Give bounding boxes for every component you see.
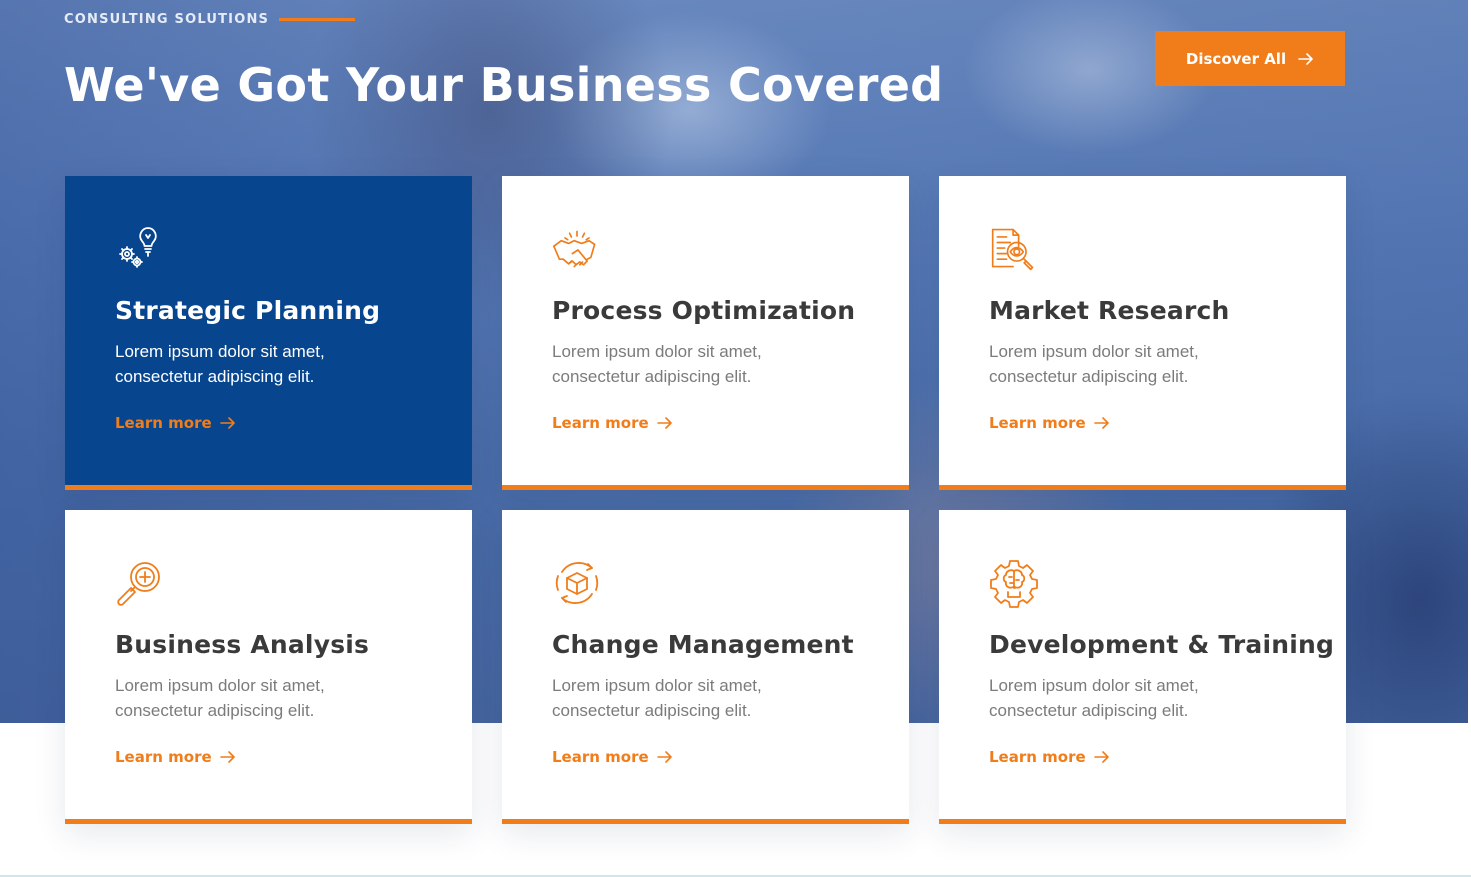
learn-more-link[interactable]: Learn more bbox=[552, 748, 673, 766]
learn-more-link[interactable]: Learn more bbox=[115, 414, 236, 432]
learn-more-label: Learn more bbox=[115, 748, 212, 766]
service-card-market-research: Market Research Lorem ipsum dolor sit am… bbox=[939, 176, 1346, 490]
card-title: Business Analysis bbox=[115, 630, 370, 659]
card-description: Lorem ipsum dolor sit amet, consectetur … bbox=[989, 342, 1199, 386]
arrow-right-icon bbox=[1093, 751, 1109, 763]
card-title: Process Optimization bbox=[552, 296, 856, 325]
card-description: Lorem ipsum dolor sit amet, consectetur … bbox=[552, 342, 762, 386]
eyebrow-text: CONSULTING SOLUTIONS bbox=[64, 11, 270, 27]
eyebrow-line bbox=[279, 17, 356, 21]
learn-more-link[interactable]: Learn more bbox=[989, 748, 1110, 766]
discover-all-button[interactable]: Discover All bbox=[1155, 31, 1345, 86]
card-title: Strategic Planning bbox=[115, 296, 381, 325]
card-description: Lorem ipsum dolor sit amet, consectetur … bbox=[989, 676, 1199, 720]
section-eyebrow: CONSULTING SOLUTIONS bbox=[64, 10, 356, 28]
card-title: Change Management bbox=[552, 630, 854, 659]
service-card-strategic-planning: Strategic Planning Lorem ipsum dolor sit… bbox=[65, 176, 472, 490]
arrow-right-icon bbox=[1298, 52, 1313, 65]
document-magnifier-icon bbox=[991, 228, 1034, 271]
arrow-right-icon bbox=[219, 417, 235, 429]
cube-cycle-icon bbox=[555, 562, 599, 604]
card-title: Market Research bbox=[989, 296, 1230, 325]
discover-all-label: Discover All bbox=[1185, 49, 1287, 68]
section-title: We've Got Your Business Covered bbox=[64, 58, 944, 112]
card-title: Development & Training bbox=[989, 630, 1335, 659]
arrow-right-icon bbox=[1093, 417, 1109, 429]
learn-more-link[interactable]: Learn more bbox=[115, 748, 236, 766]
card-description: Lorem ipsum dolor sit amet, consectetur … bbox=[115, 676, 325, 720]
card-description: Lorem ipsum dolor sit amet, consectetur … bbox=[115, 342, 325, 386]
gears-lightbulb-icon bbox=[119, 227, 157, 268]
handshake-icon bbox=[553, 230, 596, 268]
learn-more-label: Learn more bbox=[989, 748, 1086, 766]
learn-more-label: Learn more bbox=[552, 748, 649, 766]
service-card-business-analysis: Business Analysis Lorem ipsum dolor sit … bbox=[65, 510, 472, 824]
arrow-right-icon bbox=[656, 417, 672, 429]
service-card-process-optimization: Process Optimization Lorem ipsum dolor s… bbox=[502, 176, 909, 490]
learn-more-link[interactable]: Learn more bbox=[552, 414, 673, 432]
gear-brain-icon bbox=[990, 560, 1038, 608]
learn-more-label: Learn more bbox=[115, 414, 212, 432]
arrow-right-icon bbox=[656, 751, 672, 763]
service-card-change-management: Change Management Lorem ipsum dolor sit … bbox=[502, 510, 909, 824]
card-description: Lorem ipsum dolor sit amet, consectetur … bbox=[552, 676, 762, 720]
learn-more-label: Learn more bbox=[552, 414, 649, 432]
service-card-development-training: Development & Training Lorem ipsum dolor… bbox=[939, 510, 1346, 824]
arrow-right-icon bbox=[219, 751, 235, 763]
learn-more-link[interactable]: Learn more bbox=[989, 414, 1110, 432]
learn-more-label: Learn more bbox=[989, 414, 1086, 432]
magnifier-plus-icon bbox=[117, 562, 160, 606]
